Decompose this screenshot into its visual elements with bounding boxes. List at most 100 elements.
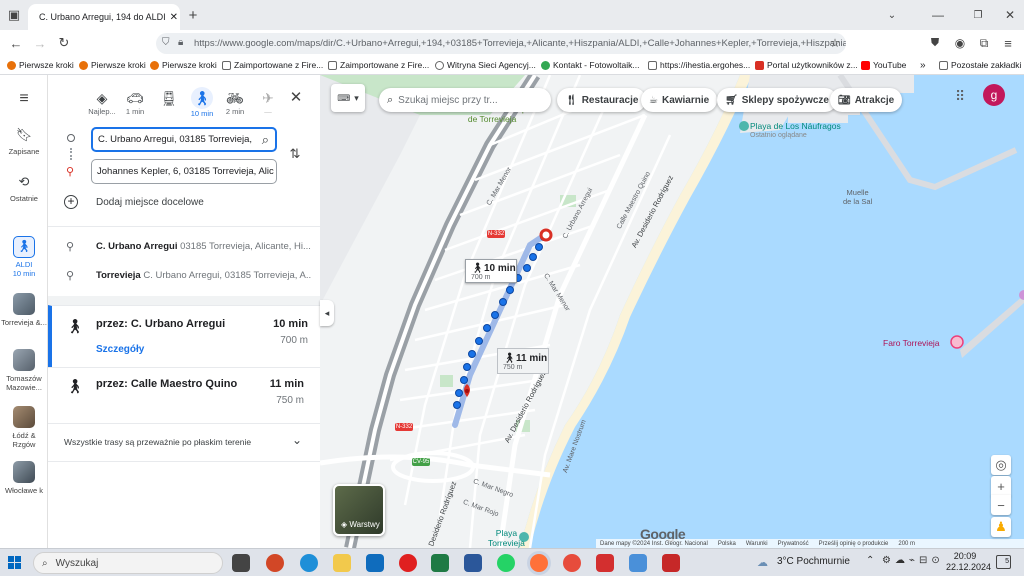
rail-recent-item[interactable]: Torrevieja &... <box>0 293 48 327</box>
file-explorer-icon[interactable] <box>333 554 351 572</box>
reload-icon[interactable]: ↻ <box>56 35 72 51</box>
outlook-icon[interactable] <box>366 554 384 572</box>
suggestion-item[interactable]: C. Urbano Arregui 03185 Torrevieja, Alic… <box>96 241 311 252</box>
bookmark-item[interactable]: Witryna Sieci Agencyj... <box>435 60 536 70</box>
route-option-2[interactable]: 🚶︎ przez: Calle Maestro Quino 11 min 750… <box>48 367 320 423</box>
rail-aldi-item[interactable]: 🚶︎ ALDI 10 min <box>0 236 48 278</box>
powerpoint-icon[interactable] <box>266 554 284 572</box>
acrobat-icon[interactable] <box>596 554 614 572</box>
bookmark-item[interactable]: Pierwsze kroki <box>7 60 74 70</box>
minimize-button[interactable]: — <box>930 7 946 23</box>
avatar[interactable]: g <box>983 84 1005 106</box>
start-point-marker[interactable] <box>539 228 553 242</box>
tray-chevron-icon[interactable]: ⌃ <box>866 555 874 566</box>
my-location-button[interactable]: ◎ <box>991 455 1011 475</box>
firefox-icon[interactable] <box>530 554 548 572</box>
new-tab-button[interactable]: + <box>185 7 201 24</box>
mode-walking[interactable]: 🚶︎ 10 min <box>187 87 217 118</box>
edge-icon[interactable] <box>300 554 318 572</box>
rail-recent-item[interactable]: Tomaszów Mazowie... <box>0 349 48 392</box>
footer-link[interactable]: Prześlij opinię o produkcie <box>819 541 889 547</box>
forward-arrow-icon[interactable]: → <box>32 35 48 51</box>
add-destination-link[interactable]: Dodaj miejsce docelowe <box>96 197 204 208</box>
beach-marker[interactable] <box>739 121 749 131</box>
swap-directions-icon[interactable]: ⇅ <box>286 145 304 163</box>
weather-text[interactable]: 3°C Pochmurnie <box>777 556 850 567</box>
system-tray-icons[interactable]: ⚙☁⌁⊟⊙ <box>882 555 944 566</box>
clock[interactable]: 20:09 22.12.2024 <box>946 551 991 573</box>
route-bubble-1[interactable]: 🚶︎ 10 min 700 m <box>465 259 517 283</box>
chevron-down-icon[interactable]: ⌄ <box>292 433 302 447</box>
recent-button[interactable]: ⟲ Ostatnie <box>0 174 48 203</box>
tab-close-icon[interactable]: ✕ <box>166 12 178 23</box>
chrome-icon[interactable] <box>563 554 581 572</box>
footer-link[interactable]: Prywatność <box>778 541 809 547</box>
window-close-button[interactable]: ✕ <box>1002 7 1018 23</box>
rail-recent-item[interactable]: Włocławe k <box>0 461 48 495</box>
input-tools-button[interactable]: ⌨ ▾ <box>331 84 365 112</box>
layers-button[interactable]: ◈ Warstwy <box>333 484 385 536</box>
app-icon[interactable] <box>662 554 680 572</box>
search-icon[interactable]: ⌕ <box>258 132 269 148</box>
bookmark-star-icon[interactable]: ☆ <box>828 36 842 50</box>
excel-icon[interactable] <box>431 554 449 572</box>
address-bar[interactable]: ⛉ 🔒︎ https://www.google.com/maps/dir/C.+… <box>156 33 846 54</box>
bookmark-folder[interactable]: Zaimportowane z Fire... <box>328 60 429 70</box>
route-option-1[interactable]: 🚶︎ przez: C. Urbano Arregui 10 min 700 m… <box>48 305 320 367</box>
bookmarks-overflow-icon[interactable]: » <box>920 60 926 71</box>
mode-cycling[interactable]: 🚲︎ 2 min <box>220 89 250 116</box>
extensions-icon[interactable]: ⧉ <box>976 35 992 51</box>
destination-input[interactable]: Johannes Kepler, 6, 03185 Torrevieja, Al… <box>91 159 277 184</box>
notification-icon[interactable]: 5 <box>996 555 1011 569</box>
other-bookmarks-folder[interactable]: Pozostałe zakładki <box>939 60 1021 70</box>
terrain-note-row[interactable]: Wszystkie trasy są przeważnie po płaskim… <box>48 423 320 461</box>
task-view-icon[interactable] <box>232 554 250 572</box>
footer-link[interactable]: Polska <box>718 541 736 547</box>
maps-menu-icon[interactable]: ≡ <box>14 90 34 107</box>
footer-link[interactable]: Warunki <box>746 541 768 547</box>
bookmark-item[interactable]: Portal użytkowników z... <box>755 60 858 70</box>
map-canvas[interactable]: Cementerio Municipalde Torrevieja Playa … <box>320 75 1024 548</box>
bookmark-item[interactable]: YouTube <box>861 60 906 70</box>
windows-start-icon[interactable] <box>8 556 21 569</box>
pegman-icon[interactable]: ♟ <box>991 517 1011 537</box>
suggestion-item[interactable]: Torrevieja C. Urbano Arregui, 03185 Torr… <box>96 270 311 281</box>
pocket-icon[interactable]: ⛊ <box>928 36 942 50</box>
mode-transit[interactable]: 🚆︎ <box>154 89 184 107</box>
mode-driving[interactable]: 🚗︎ 1 min <box>120 89 150 116</box>
tab-list-chevron-icon[interactable]: ⌄ <box>884 7 900 23</box>
lighthouse-marker[interactable] <box>950 335 964 349</box>
collapse-panel-button[interactable]: ◂ <box>320 300 334 326</box>
add-destination-icon[interactable]: + <box>64 195 78 209</box>
bookmark-item[interactable]: Pierwsze kroki <box>79 60 146 70</box>
bookmark-item[interactable]: Pierwsze kroki <box>150 60 217 70</box>
bookmark-folder[interactable]: Zaimportowane z Fire... <box>222 60 323 70</box>
details-link[interactable]: Szczegóły <box>96 344 144 355</box>
poi-marker[interactable] <box>1019 290 1024 300</box>
account-icon[interactable]: ◉ <box>952 35 968 51</box>
zoom-out-button[interactable]: − <box>991 495 1011 515</box>
lighthouse-label[interactable]: Faro Torrevieja <box>883 338 940 348</box>
zoom-in-button[interactable]: + <box>991 476 1011 496</box>
menu-hamburger-icon[interactable]: ≡ <box>1000 35 1016 51</box>
origin-input[interactable]: C. Urbano Arregui, 03185 Torrevieja, ⌕ <box>91 127 277 152</box>
mode-flight[interactable]: ✈︎ — <box>253 89 283 116</box>
opera-icon[interactable] <box>399 554 417 572</box>
beach-label[interactable]: Playa de Los Náufragos Ostatnio oglądane <box>750 121 841 141</box>
close-directions-button[interactable]: ✕ <box>288 89 304 106</box>
map-search-input[interactable]: ⌕ Szukaj miejsc przy tr... <box>379 88 551 112</box>
rail-recent-item[interactable]: Łódź & Rzgów <box>0 406 48 449</box>
paint-icon[interactable] <box>629 554 647 572</box>
route-bubble-2[interactable]: 🚶︎ 11 min 750 m <box>497 348 549 374</box>
whatsapp-icon[interactable] <box>497 554 515 572</box>
restore-button[interactable]: ❐ <box>970 7 986 23</box>
apps-grid-icon[interactable]: ⠿ <box>955 88 965 105</box>
chip-groceries[interactable]: 🛒︎ Sklepy spożywcze <box>717 88 837 112</box>
word-icon[interactable] <box>464 554 482 572</box>
bookmark-item[interactable]: https://ihestia.ergohes... <box>648 60 750 70</box>
bookmark-item[interactable]: Kontakt - Fotowoltaik... <box>541 60 639 70</box>
saved-button[interactable]: 🔖︎ Zapisane <box>0 127 48 156</box>
tab-actions-icon[interactable]: ▣ <box>6 7 22 23</box>
chip-restaurants[interactable]: 🍴︎ Restauracje <box>557 88 647 112</box>
map-svg[interactable] <box>320 75 1024 548</box>
